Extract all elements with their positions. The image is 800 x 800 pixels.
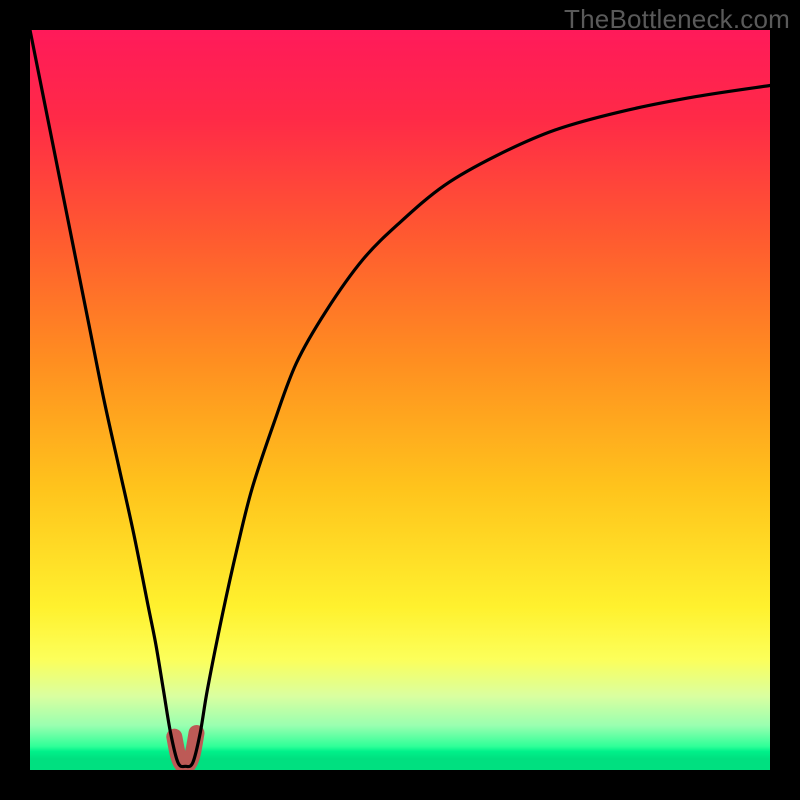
plot-area <box>30 30 770 770</box>
bottleneck-curve <box>30 30 770 767</box>
outer-frame: TheBottleneck.com <box>0 0 800 800</box>
chart-svg <box>30 30 770 770</box>
